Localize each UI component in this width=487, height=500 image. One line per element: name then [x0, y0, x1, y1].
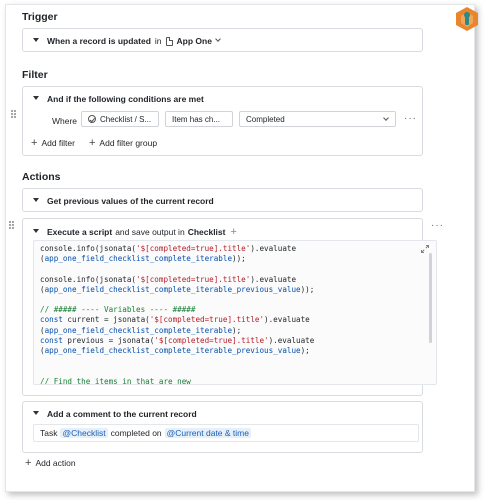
- app-logo-icon: [456, 7, 478, 31]
- add-filter-group-button[interactable]: + Add filter group: [89, 137, 157, 149]
- operator-select-value: Item has ch...: [172, 114, 221, 124]
- app-selector[interactable]: App One: [165, 36, 221, 46]
- code-content[interactable]: console.info(jsonata('$[completed=true].…: [34, 241, 436, 385]
- add-filter-group-label: Add filter group: [99, 138, 158, 148]
- checklist-mention-tag[interactable]: @Checklist: [60, 428, 108, 438]
- comment-input[interactable]: Task @Checklist completed on @Current da…: [33, 424, 419, 442]
- code-line: (app_one_field_checklist_complete_iterab…: [40, 254, 246, 264]
- script-code-editor[interactable]: console.info(jsonata('$[completed=true].…: [33, 240, 437, 385]
- action-script-card: Execute a script and save output in Chec…: [22, 218, 437, 396]
- plus-icon: +: [88, 137, 96, 149]
- plus-icon: +: [25, 457, 32, 469]
- plus-icon: +: [31, 137, 38, 149]
- actions-section-title: Actions: [22, 171, 61, 183]
- comment-middle: completed on: [110, 428, 162, 438]
- drag-handle-icon[interactable]: [9, 221, 14, 229]
- filter-card-title: And if the following conditions are met: [47, 94, 204, 104]
- code-line: // ##### ---- Variables ---- #####: [40, 305, 196, 315]
- code-line: console.info(jsonata('$[completed=true].…: [40, 244, 297, 253]
- field-select[interactable]: Checklist / S...: [81, 111, 159, 127]
- app-name: App One: [176, 36, 212, 46]
- filter-section-title: Filter: [22, 69, 48, 81]
- trigger-card[interactable]: When a record is updated in App One: [22, 28, 423, 52]
- field-select-value: Checklist / S...: [100, 114, 152, 124]
- script-output-target[interactable]: Checklist: [188, 227, 226, 237]
- script-action-title: Execute a script: [47, 227, 113, 237]
- collapse-caret-icon[interactable]: [33, 96, 39, 100]
- action-comment-card: Add a comment to the current record Task…: [22, 401, 423, 453]
- value-select-value: Completed: [246, 114, 285, 124]
- action-get-previous-card[interactable]: Get previous values of the current recor…: [22, 188, 423, 212]
- more-options-icon[interactable]: ···: [404, 113, 417, 124]
- drag-handle-icon[interactable]: [11, 110, 16, 118]
- trigger-preposition: in: [154, 36, 162, 46]
- code-line: (app_one_field_checklist_complete_iterab…: [40, 284, 315, 294]
- code-line: const previous = jsonata('$[completed=tr…: [40, 335, 315, 345]
- operator-select[interactable]: Item has ch...: [165, 111, 233, 127]
- action-get-previous-title: Get previous values of the current recor…: [47, 196, 214, 206]
- checklist-icon: [88, 115, 96, 123]
- add-filter-label: Add filter: [41, 138, 75, 148]
- chevron-down-icon: [215, 36, 221, 42]
- add-action-button[interactable]: + Add action: [25, 457, 76, 469]
- collapse-caret-icon[interactable]: [33, 38, 39, 42]
- where-label: Where: [52, 116, 78, 126]
- code-line: const current = jsonata('$[completed=tru…: [40, 315, 310, 325]
- add-filter-button[interactable]: + Add filter: [31, 137, 75, 149]
- automation-editor: Trigger When a record is updated in App …: [5, 4, 475, 492]
- collapse-caret-icon[interactable]: [33, 198, 39, 202]
- trigger-section-title: Trigger: [22, 11, 58, 23]
- value-select[interactable]: Completed: [239, 111, 396, 127]
- chevron-down-icon: [383, 115, 389, 121]
- date-mention-tag[interactable]: @Current date & time: [164, 428, 251, 438]
- code-line: console.info(jsonata('$[completed=true].…: [40, 274, 297, 284]
- collapse-caret-icon[interactable]: [33, 229, 39, 233]
- expand-icon[interactable]: [421, 245, 429, 253]
- comment-action-title: Add a comment to the current record: [47, 409, 197, 419]
- add-action-label: Add action: [35, 458, 76, 468]
- script-action-mid: and save output in: [115, 227, 185, 237]
- code-line: (app_one_field_checklist_complete_iterab…: [40, 346, 310, 356]
- code-line: (app_one_field_checklist_complete_iterab…: [40, 325, 242, 335]
- filter-card: And if the following conditions are met …: [11, 86, 423, 156]
- collapse-caret-icon[interactable]: [33, 411, 39, 415]
- code-scrollbar[interactable]: [429, 253, 432, 343]
- document-icon: [165, 36, 173, 46]
- code-line: // Find the items in that are new: [40, 376, 191, 385]
- trigger-text: When a record is updated: [47, 36, 151, 46]
- comment-prefix: Task: [40, 428, 58, 438]
- plus-icon[interactable]: +: [230, 226, 236, 238]
- action-more-options-icon[interactable]: ···: [431, 220, 444, 231]
